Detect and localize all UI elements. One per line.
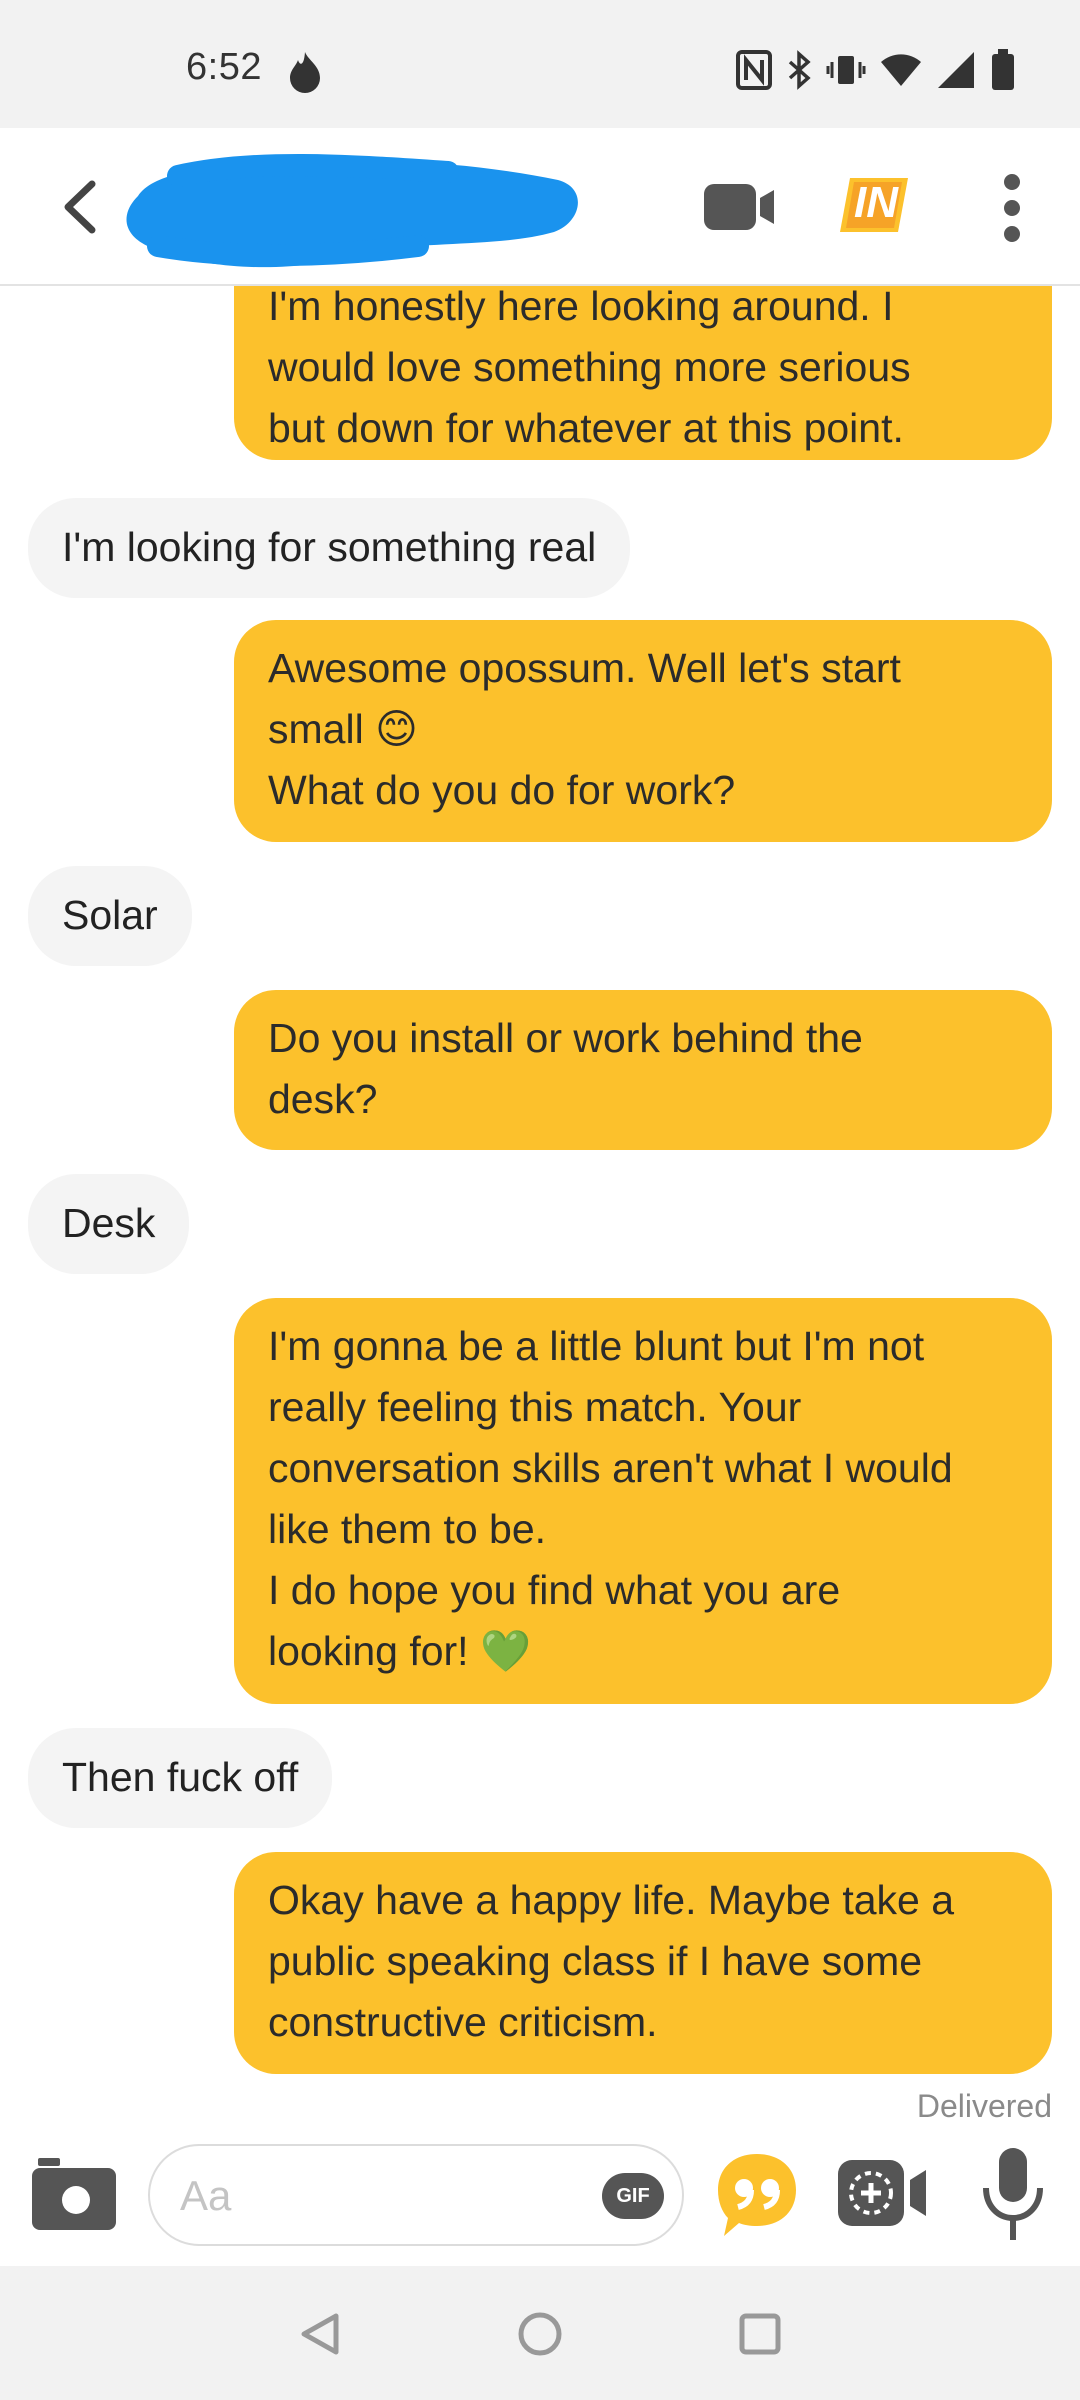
status-time: 6:52 bbox=[186, 46, 262, 88]
triangle-back-icon bbox=[301, 2313, 339, 2355]
message-sent[interactable]: Okay have a happy life. Maybe take a pub… bbox=[234, 1852, 1052, 2074]
camera-icon bbox=[32, 2158, 116, 2230]
message-received[interactable]: I'm looking for something real bbox=[28, 498, 631, 598]
video-camera-icon bbox=[704, 184, 774, 230]
back-button[interactable] bbox=[52, 172, 112, 242]
status-bar: 6:52 bbox=[0, 0, 1080, 128]
in-badge-text: IN bbox=[854, 178, 898, 227]
in-badge-button[interactable]: IN bbox=[836, 172, 912, 238]
quote-button[interactable] bbox=[714, 2150, 800, 2240]
message-received[interactable]: Solar bbox=[28, 866, 192, 966]
message-received[interactable]: Then fuck off bbox=[28, 1728, 333, 1828]
circle-home-icon bbox=[518, 2312, 562, 2356]
chat-header: IN bbox=[0, 128, 1080, 286]
message-sent[interactable]: Awesome opossum. Well let's start small … bbox=[234, 620, 1052, 842]
system-nav-bar bbox=[0, 2266, 1080, 2400]
nav-home-button[interactable] bbox=[516, 2310, 564, 2358]
flame-icon bbox=[286, 50, 324, 94]
microphone-button[interactable] bbox=[980, 2144, 1046, 2244]
video-call-button[interactable] bbox=[700, 178, 780, 236]
chevron-left-icon bbox=[64, 180, 96, 234]
contact-name-redaction[interactable] bbox=[118, 136, 588, 286]
message-list[interactable]: I'm honestly here looking around. I woul… bbox=[0, 286, 1080, 2126]
wifi-icon bbox=[880, 52, 922, 88]
signal-icon bbox=[936, 50, 976, 90]
message-sent[interactable]: I'm honestly here looking around. I woul… bbox=[234, 286, 1052, 460]
message-received[interactable]: Desk bbox=[28, 1174, 190, 1274]
gif-label: GIF bbox=[616, 2184, 650, 2207]
video-note-button[interactable] bbox=[836, 2156, 930, 2230]
more-vertical-icon bbox=[1004, 174, 1020, 242]
nav-recents-button[interactable] bbox=[738, 2312, 782, 2356]
vibrate-icon bbox=[826, 50, 866, 90]
camera-button[interactable] bbox=[30, 2156, 118, 2232]
bluetooth-icon bbox=[786, 50, 812, 90]
nav-back-button[interactable] bbox=[298, 2310, 342, 2358]
composer-bar: GIF bbox=[0, 2126, 1080, 2266]
delivered-status: Delivered bbox=[916, 2088, 1052, 2124]
more-options-button[interactable] bbox=[1000, 172, 1024, 244]
battery-icon bbox=[990, 49, 1016, 91]
gif-button[interactable]: GIF bbox=[602, 2173, 664, 2219]
quote-bubble-icon bbox=[718, 2154, 796, 2236]
message-input[interactable] bbox=[180, 2162, 560, 2230]
status-icons bbox=[736, 48, 1016, 92]
nfc-icon bbox=[736, 50, 772, 90]
square-recents-icon bbox=[739, 2313, 781, 2355]
video-plus-icon bbox=[838, 2160, 926, 2226]
message-input-container: GIF bbox=[148, 2144, 684, 2246]
microphone-icon bbox=[983, 2148, 1043, 2240]
message-sent[interactable]: I'm gonna be a little blunt but I'm not … bbox=[234, 1298, 1052, 1704]
message-sent[interactable]: Do you install or work behind the desk? bbox=[234, 990, 1052, 1150]
